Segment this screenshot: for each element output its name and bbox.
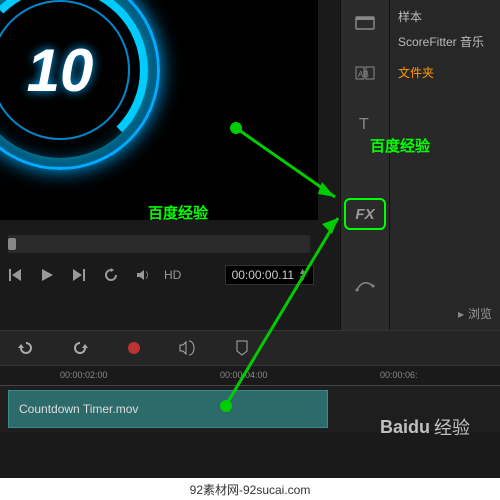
- watermark: Baidu经验: [380, 414, 470, 440]
- video-clip[interactable]: Countdown Timer.mov: [8, 390, 328, 428]
- title-icon[interactable]: T: [347, 108, 383, 138]
- timeline-ruler[interactable]: 00:00:02:00 00:00:04:00 00:00:06:: [0, 366, 500, 386]
- prev-clip-button[interactable]: [4, 264, 26, 286]
- annotation-dot: [220, 400, 232, 412]
- timeline-toolbar: [0, 330, 500, 366]
- loop-button[interactable]: [100, 264, 122, 286]
- sample-label[interactable]: 样本: [398, 8, 492, 25]
- redo-icon[interactable]: [68, 336, 92, 360]
- audio-tool-icon[interactable]: [176, 336, 200, 360]
- transport-bar: HD 00:00:00.11 ▲▼: [4, 260, 314, 290]
- countdown-graphic: 10: [0, 0, 160, 170]
- media-icon[interactable]: [347, 8, 383, 38]
- preview-panel: 10: [0, 0, 318, 220]
- annotation-dot: [230, 122, 242, 134]
- marker-icon[interactable]: [230, 336, 254, 360]
- record-icon[interactable]: [122, 336, 146, 360]
- countdown-number: 10: [0, 0, 160, 170]
- browse-button[interactable]: 浏览: [458, 305, 492, 322]
- transition-icon[interactable]: AB: [347, 58, 383, 88]
- footer-bar: 92素材网-92sucai.com: [0, 478, 500, 500]
- undo-icon[interactable]: [14, 336, 38, 360]
- tool-sidebar: AB T FX: [340, 0, 390, 330]
- fx-button[interactable]: FX: [344, 198, 386, 230]
- play-button[interactable]: [36, 264, 58, 286]
- svg-text:T: T: [359, 116, 369, 132]
- path-icon[interactable]: [347, 270, 383, 300]
- next-clip-button[interactable]: [68, 264, 90, 286]
- hd-label: HD: [164, 268, 181, 282]
- audio-button[interactable]: [132, 264, 154, 286]
- timecode-display[interactable]: 00:00:00.11 ▲▼: [225, 265, 314, 285]
- library-panel: 样本 ScoreFitter 音乐 文件夹 浏览: [390, 0, 500, 330]
- scorefitter-label[interactable]: ScoreFitter 音乐: [398, 33, 492, 50]
- svg-text:AB: AB: [358, 70, 369, 79]
- folder-label[interactable]: 文件夹: [398, 64, 492, 81]
- scrubber-area: [0, 235, 318, 253]
- scrubber-slider[interactable]: [8, 235, 310, 253]
